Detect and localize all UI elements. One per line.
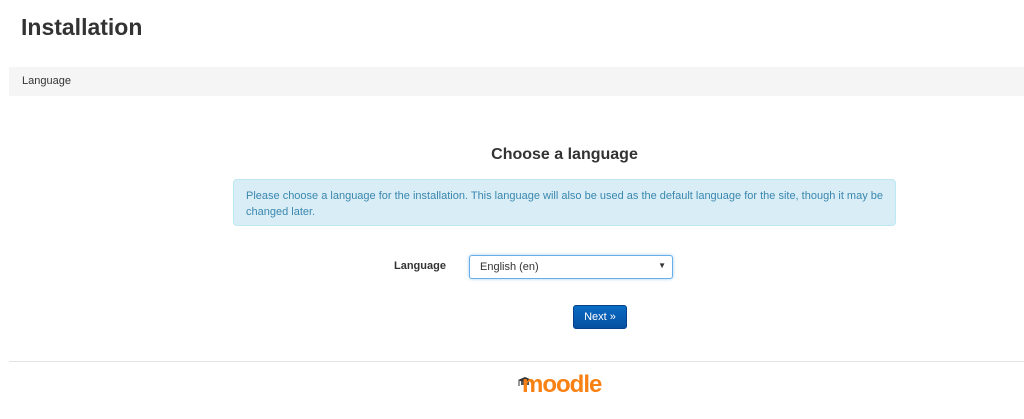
footer-divider	[9, 361, 1024, 362]
dropdown-arrow-icon: ▼	[658, 261, 666, 270]
info-message: Please choose a language for the install…	[233, 179, 896, 226]
language-select[interactable]: English (en) ▼	[469, 255, 673, 279]
breadcrumb: Language	[9, 67, 1024, 96]
language-select-value: English (en)	[480, 261, 539, 273]
breadcrumb-item-language[interactable]: Language	[22, 75, 71, 87]
page-title: Installation	[21, 14, 143, 40]
next-button[interactable]: Next »	[573, 305, 627, 329]
moodle-logo[interactable]: moodle	[518, 371, 614, 403]
logo-text: moodle	[522, 371, 602, 398]
section-heading: Choose a language	[491, 146, 638, 163]
language-label: Language	[394, 260, 446, 272]
